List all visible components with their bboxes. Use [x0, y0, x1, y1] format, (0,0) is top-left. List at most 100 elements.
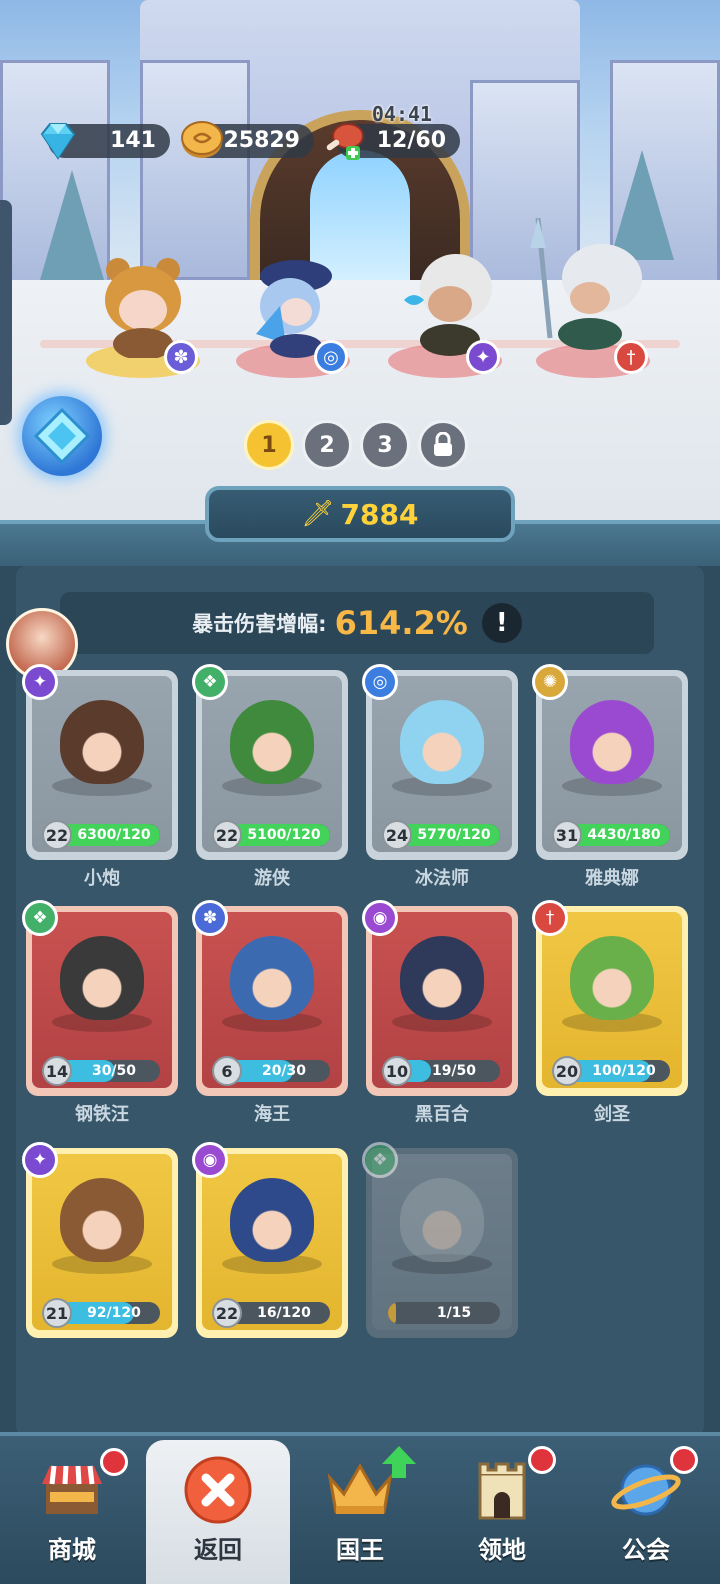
hero-card[interactable]: ❖ 5100/120 22	[192, 664, 348, 860]
hero-name: 雅典娜	[585, 868, 639, 889]
hero-card[interactable]: ❖ 30/50 14	[22, 900, 178, 1096]
hero-card[interactable]: ✽ 20/30 6	[192, 900, 348, 1096]
hero-portrait	[400, 1178, 484, 1262]
team-power-value: 7884	[340, 497, 419, 531]
team-tab-3[interactable]: 3	[360, 420, 410, 470]
nav-king[interactable]: 国王	[288, 1440, 432, 1584]
stage-hero-slot-3[interactable]: ✦	[380, 248, 510, 378]
hero-name: 游侠	[254, 868, 290, 889]
stage-hero-slot-2[interactable]: ◎	[228, 248, 358, 378]
upgrade-arrow-icon	[382, 1446, 416, 1464]
side-drawer-handle[interactable]	[0, 200, 12, 425]
hero-card[interactable]: ◉ 19/50 10	[362, 900, 518, 1096]
hero-portrait	[400, 936, 484, 1020]
nav-label: 公会	[622, 1536, 670, 1564]
crystal-icon	[33, 407, 91, 465]
nav-guild[interactable]: 公会	[574, 1440, 718, 1584]
hero-portrait	[570, 700, 654, 784]
stage-hero-slot-1[interactable]: ✽	[78, 248, 208, 378]
paw-element-icon: ✽	[192, 900, 228, 936]
swirl-element-icon: ◎	[362, 664, 398, 700]
sword-element-icon: †	[532, 900, 568, 936]
shard-progress-bar: 1/15	[388, 1302, 500, 1324]
hero-name: 小炮	[84, 868, 120, 889]
team-tabs: 1 2 3	[244, 420, 468, 470]
notification-dot	[670, 1446, 698, 1474]
coin-count: 25829	[223, 128, 300, 153]
notification-dot	[528, 1446, 556, 1474]
hero-name: 冰法师	[415, 868, 469, 889]
hero-level-badge: 24	[382, 820, 412, 850]
team-tab-2[interactable]: 2	[302, 420, 352, 470]
shop-icon	[42, 1465, 102, 1514]
diamond-icon	[40, 123, 76, 160]
nav-territory[interactable]: 领地	[430, 1440, 574, 1584]
magic-element-icon: ✦	[22, 664, 58, 700]
castle-icon	[478, 1462, 526, 1520]
hero-portrait	[230, 936, 314, 1020]
shard-progress-text: 1/15	[436, 1305, 472, 1321]
stamina-timer: 04:41	[371, 102, 433, 126]
crit-bonus-bar: 暴击伤害增幅: 614.2% !	[60, 592, 654, 654]
meat-icon	[326, 123, 364, 160]
stage-hero-slot-4[interactable]: †	[528, 218, 658, 378]
team-power-plate: 🗡 7884	[205, 486, 515, 542]
hero-portrait	[230, 700, 314, 784]
eye-element-icon: ◉	[192, 1142, 228, 1178]
power-sword-icon: 🗡	[301, 499, 335, 529]
notification-dot	[100, 1448, 128, 1476]
crit-info-button[interactable]: !	[481, 603, 522, 643]
hero-level-badge: 22	[212, 820, 242, 850]
skill-crystal-button[interactable]	[22, 396, 102, 476]
hero-card[interactable]: ✦ 6300/120 22	[22, 664, 178, 860]
stamina-count: 12/60	[376, 128, 446, 153]
paw-icon: ✽	[164, 340, 198, 374]
spear-knight-hero-icon	[530, 218, 642, 350]
hero-name: 黑百合	[415, 1104, 469, 1125]
hero-level-badge: 6	[212, 1056, 242, 1086]
team-tab-1[interactable]: 1	[244, 420, 294, 470]
hero-level-badge: 22	[42, 820, 72, 850]
castle-tower	[140, 60, 250, 280]
nav-label: 返回	[194, 1536, 242, 1564]
coin-icon	[181, 121, 223, 158]
hero-level-badge: 10	[382, 1056, 412, 1086]
hero-card[interactable]: † 100/120 20	[532, 900, 688, 1096]
hero-level-badge: 20	[552, 1056, 582, 1086]
nature-element-icon: ❖	[362, 1142, 398, 1178]
crit-bonus-value: 614.2%	[334, 604, 468, 642]
hero-portrait	[60, 1178, 144, 1262]
nav-shop[interactable]: 商城	[0, 1440, 144, 1584]
hero-portrait	[60, 936, 144, 1020]
lock-icon	[434, 432, 452, 456]
team-tab-locked[interactable]	[418, 420, 468, 470]
hero-portrait	[60, 700, 144, 784]
crit-bonus-label: 暴击伤害增幅:	[192, 612, 327, 636]
hero-level-badge: 31	[552, 820, 582, 850]
holy-element-icon: ✺	[532, 664, 568, 700]
hero-level-badge: 22	[212, 1298, 242, 1328]
magic-element-icon: ✦	[22, 1142, 58, 1178]
eye-element-icon: ◉	[362, 900, 398, 936]
magic-icon: ✦	[466, 340, 500, 374]
hero-card[interactable]: ❖ 1/15	[362, 1142, 518, 1338]
close-icon	[184, 1456, 252, 1524]
nav-back[interactable]: 返回	[146, 1440, 290, 1584]
hero-card[interactable]: ◎ 5770/120 24	[362, 664, 518, 860]
hero-portrait	[570, 936, 654, 1020]
nav-label: 国王	[336, 1536, 384, 1564]
hero-name: 海王	[254, 1104, 290, 1125]
crown-icon	[327, 1462, 393, 1514]
hero-level-badge: 21	[42, 1298, 72, 1328]
hero-card[interactable]: ✺ 4430/180 31	[532, 664, 688, 860]
nav-label: 商城	[48, 1536, 96, 1564]
sword-icon: †	[614, 340, 648, 374]
nav-label: 领地	[478, 1536, 526, 1564]
nature-element-icon: ❖	[22, 900, 58, 936]
hero-card[interactable]: ◉ 16/120 22	[192, 1142, 348, 1338]
hero-level-badge: 14	[42, 1056, 72, 1086]
upgrade-arrow-stem	[392, 1464, 406, 1478]
nature-element-icon: ❖	[192, 664, 228, 700]
gem-count: 141	[110, 128, 156, 153]
hero-card[interactable]: ✦ 92/120 21	[22, 1142, 178, 1338]
